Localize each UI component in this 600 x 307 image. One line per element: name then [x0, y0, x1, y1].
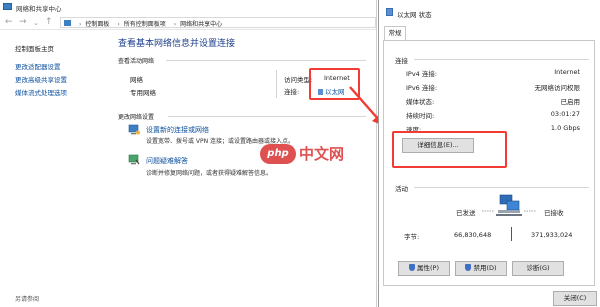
- highlight-box-details: [392, 131, 507, 168]
- address-field[interactable]: › 控制面板 › 所有控制面板项 › 网络和共享中心: [60, 17, 376, 28]
- tab-general[interactable]: 常规: [384, 26, 406, 40]
- address-bar: ← → ⌄ ↑ › 控制面板 › 所有控制面板项 › 网络和共享中心: [0, 15, 376, 30]
- close-button[interactable]: 关闭(C): [553, 291, 597, 306]
- network-type: 专用网络: [130, 89, 156, 97]
- sent-label: 已发送: [456, 209, 476, 217]
- dialog-title: 以太网 状态: [397, 11, 432, 19]
- change-advanced-sharing-link[interactable]: 更改高级共享设置: [15, 74, 67, 84]
- watermark-cn-text: 中文网: [299, 145, 345, 163]
- troubleshoot-problems-link[interactable]: 问题疑难解答: [146, 156, 188, 166]
- up-arrow-icon[interactable]: ↑: [45, 17, 53, 27]
- back-arrow-icon[interactable]: ←: [5, 17, 13, 27]
- watermark-php-text: php: [260, 144, 296, 164]
- network-center-icon: [3, 3, 12, 10]
- connection-label: 连接:: [284, 88, 300, 96]
- network-info-divider: [276, 70, 277, 98]
- media-streaming-options-link[interactable]: 媒体流式处理选项: [15, 87, 67, 97]
- setup-new-connection-link[interactable]: 设置新的连接或网络: [146, 125, 209, 135]
- general-tab-panel: 连接 IPv4 连接: Internet IPv6 连接: 无网络访问权限 媒体…: [383, 40, 595, 286]
- dialog-titlebar: 以太网 状态: [379, 0, 600, 20]
- control-panel-icon: [64, 20, 71, 26]
- bytes-sent-value: 66,830,648: [454, 231, 492, 239]
- media-state-value: 已启用: [560, 98, 581, 106]
- received-label: 已接收: [544, 209, 564, 217]
- shield-icon: [465, 264, 472, 271]
- window-title: 网络和共享中心: [16, 5, 62, 13]
- diagnose-button[interactable]: 诊断(G): [512, 261, 564, 276]
- network-activity-icon: [482, 194, 536, 216]
- page-title: 查看基本网络信息并设置连接: [118, 39, 236, 49]
- duration-value: 03:01:27: [550, 110, 580, 118]
- bytes-label: 字节:: [404, 233, 420, 241]
- window-edge: [376, 0, 377, 307]
- breadcrumb-item-all-items[interactable]: 所有控制面板项: [124, 21, 166, 28]
- section-divider: [168, 116, 366, 117]
- change-network-settings-label: 更改网络设置: [118, 114, 155, 121]
- bytes-divider: [511, 227, 512, 241]
- ipv4-label: IPv4 连接:: [406, 70, 438, 78]
- control-panel-home-link[interactable]: 控制面板主页: [15, 43, 54, 53]
- change-adapter-settings-link[interactable]: 更改适配器设置: [15, 61, 61, 71]
- see-also-label: 另请参阅: [15, 296, 40, 303]
- recent-chevron-icon[interactable]: ⌄: [33, 18, 39, 28]
- left-nav-pane: 控制面板主页 更改适配器设置 更改高级共享设置 媒体流式处理选项 另请参阅: [0, 30, 106, 307]
- php-cn-watermark: php 中文网: [260, 140, 350, 170]
- active-networks-label: 查看活动网络: [118, 58, 155, 65]
- forward-arrow-icon[interactable]: →: [19, 17, 27, 27]
- network-name: 网络: [130, 76, 143, 84]
- ethernet-status-dialog: 以太网 状态 常规 连接 IPv4 连接: Internet IPv6 连接: …: [378, 0, 600, 307]
- troubleshoot-icon: [128, 154, 140, 165]
- shield-icon: [409, 264, 415, 271]
- group-divider: [414, 59, 589, 60]
- disable-button-label: 禁用(D): [473, 264, 497, 272]
- speed-value: 1.0 Gbps: [550, 124, 580, 132]
- new-connection-icon: [128, 124, 140, 135]
- group-divider: [414, 187, 589, 188]
- breadcrumb: › 控制面板 › 所有控制面板项 › 网络和共享中心: [79, 21, 223, 28]
- media-state-label: 媒体状态:: [406, 98, 435, 106]
- breadcrumb-item-network-center[interactable]: 网络和共享中心: [180, 21, 222, 28]
- properties-button-label: 属性(P): [417, 264, 439, 272]
- section-divider: [166, 60, 366, 61]
- troubleshoot-problems-desc: 诊断并修复网络问题，或者获得疑难解答信息。: [146, 170, 273, 177]
- ipv6-label: IPv6 连接:: [406, 84, 438, 92]
- breadcrumb-item-control-panel[interactable]: 控制面板: [85, 21, 109, 28]
- duration-label: 持续时间:: [406, 112, 435, 120]
- ipv6-value: 无网络访问权限: [534, 84, 581, 92]
- highlight-box-connection: [309, 68, 360, 100]
- ethernet-adapter-icon: [386, 8, 393, 16]
- bytes-received-value: 371,933,024: [531, 231, 573, 239]
- access-type-label: 访问类型:: [284, 76, 313, 84]
- properties-button[interactable]: 属性(P): [398, 261, 450, 276]
- disable-button[interactable]: 禁用(D): [455, 261, 507, 276]
- ipv4-value: Internet: [554, 68, 580, 76]
- activity-group-label: 活动: [395, 185, 408, 193]
- connection-group-label: 连接: [395, 57, 408, 65]
